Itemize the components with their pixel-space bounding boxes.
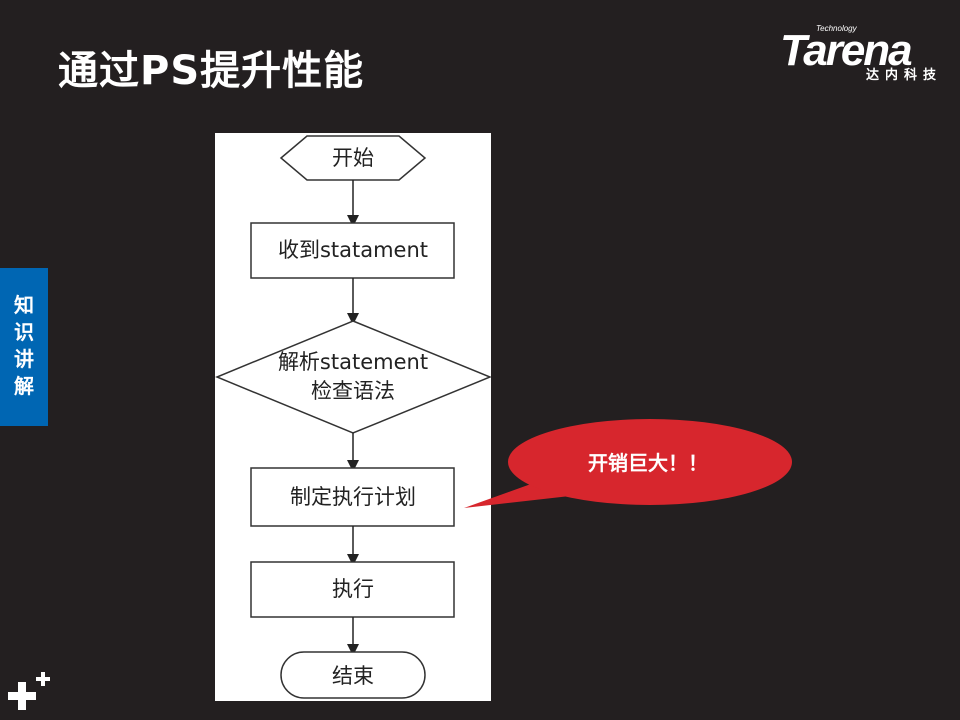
decision-label-line1: 解析statement <box>278 350 428 374</box>
logo-technology: Technology <box>816 24 857 33</box>
flowchart: 开始 收到statament 解析statement 检查语法 制定执行计划 执… <box>215 135 491 699</box>
execute-label: 执行 <box>332 577 374 601</box>
plus-plus-icon <box>6 668 54 716</box>
side-tab-label: 知识讲解 <box>14 293 34 398</box>
execution-plan-label: 制定执行计划 <box>290 485 416 509</box>
parse-decision-node <box>215 320 491 434</box>
start-label: 开始 <box>332 146 374 170</box>
tarena-logo: Tarena Technology 达内科技 <box>780 22 950 84</box>
receive-statement-label: 收到statament <box>278 238 428 262</box>
callout-shape: 开销巨大！！ <box>464 419 792 508</box>
callout-text: 开销巨大！！ <box>588 451 708 475</box>
logo-chinese: 达内科技 <box>866 68 943 83</box>
decision-label-line2: 检查语法 <box>311 379 395 403</box>
flowchart-panel: 开始 收到statament 解析statement 检查语法 制定执行计划 执… <box>215 133 491 701</box>
side-tab-knowledge[interactable]: 知识讲解 <box>0 268 48 426</box>
callout-bubble: 开销巨大！！ <box>460 418 800 518</box>
end-label: 结束 <box>332 664 374 688</box>
slide-title: 通过PS提升性能 <box>58 48 365 94</box>
